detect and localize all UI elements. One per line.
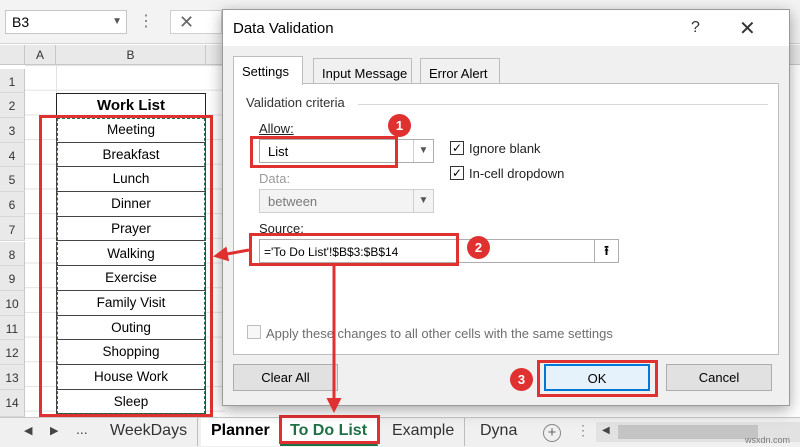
step-3-badge: 3 <box>510 368 533 391</box>
row-header[interactable]: 11 <box>0 315 25 341</box>
ignore-blank-checkbox[interactable]: ✓ <box>450 141 464 155</box>
more-icon: ⋮ <box>138 13 154 30</box>
chevron-down-icon[interactable]: ▼ <box>112 16 122 27</box>
scroll-left-icon[interactable]: ◀ <box>602 425 610 436</box>
row-header[interactable]: 14 <box>0 389 25 417</box>
list-cell[interactable]: Breakfast <box>56 142 206 168</box>
data-dropdown: between ▼ <box>259 189 434 213</box>
name-box-value: B3 <box>12 14 30 30</box>
list-cell[interactable]: Lunch <box>56 167 206 193</box>
tab-input-message[interactable]: Input Message <box>313 58 412 84</box>
list-cell[interactable]: Meeting <box>56 118 206 143</box>
tab-planner[interactable]: Planner <box>201 418 281 446</box>
help-icon[interactable]: ? <box>691 19 700 37</box>
in-cell-dropdown-label: In-cell dropdown <box>469 166 565 181</box>
source-value: ='To Do List'!$B$3:$B$14 <box>264 245 399 259</box>
row-header[interactable]: 13 <box>0 365 25 390</box>
step-2-badge: 2 <box>467 236 490 259</box>
next-sheet-icon[interactable]: ▶ <box>50 424 58 437</box>
tab-error-alert[interactable]: Error Alert <box>420 58 500 84</box>
cancel-entry-button[interactable]: ✕ <box>170 10 222 34</box>
column-header-b[interactable]: B <box>56 45 206 65</box>
row-header[interactable]: 12 <box>0 340 25 365</box>
splitter-icon[interactable]: ⋮ <box>576 422 590 439</box>
plus-icon: + <box>547 424 557 441</box>
group-divider <box>358 104 768 105</box>
close-icon[interactable]: ✕ <box>739 16 756 41</box>
tab-weekdays[interactable]: WeekDays <box>100 418 199 446</box>
chevron-down-icon[interactable]: ▼ <box>413 140 433 162</box>
step-1-badge: 1 <box>388 114 411 137</box>
chevron-down-icon: ▼ <box>413 190 433 212</box>
clear-all-button[interactable]: Clear All <box>233 364 338 391</box>
validation-criteria-label: Validation criteria <box>246 95 345 110</box>
row-header[interactable]: 6 <box>0 192 25 217</box>
add-sheet-button[interactable]: + <box>543 424 561 442</box>
prev-sheet-icon[interactable]: ◀ <box>24 424 32 437</box>
row-header[interactable]: 5 <box>0 167 25 193</box>
ok-button[interactable]: OK <box>544 364 650 391</box>
dialog-title: Data Validation <box>233 20 334 37</box>
in-cell-dropdown-checkbox[interactable]: ✓ <box>450 166 464 180</box>
apply-all-checkbox <box>247 325 261 339</box>
more-sheets-button[interactable]: ... <box>76 421 88 437</box>
tab-example[interactable]: Example <box>382 418 466 446</box>
cancel-button[interactable]: Cancel <box>666 364 772 391</box>
data-label: Data: <box>259 171 291 186</box>
data-value: between <box>268 194 318 209</box>
list-cell[interactable]: Dinner <box>56 192 206 217</box>
list-cell[interactable]: House Work <box>56 365 206 390</box>
dialog-titlebar[interactable]: Data Validation ? ✕ <box>223 10 789 46</box>
list-cell[interactable]: Sleep <box>56 389 206 415</box>
watermark: wsxdn.com <box>745 435 791 445</box>
scroll-thumb[interactable] <box>618 425 758 439</box>
row-header[interactable]: 4 <box>0 142 25 168</box>
row-header[interactable]: 3 <box>0 118 25 143</box>
tab-settings[interactable]: Settings <box>233 56 303 85</box>
list-cell[interactable]: Prayer <box>56 216 206 242</box>
column-header-a[interactable]: A <box>25 45 56 65</box>
sheet-tab-bar: ◀ ▶ ... WeekDays Planner To Do List Exam… <box>0 417 800 447</box>
data-validation-dialog: Data Validation ? ✕ Settings Input Messa… <box>222 9 790 406</box>
allow-label: Allow: <box>259 121 294 136</box>
work-list-header-cell[interactable]: Work List <box>56 93 206 118</box>
list-cell[interactable]: Exercise <box>56 266 206 291</box>
row-header[interactable]: 7 <box>0 216 25 242</box>
allow-value: List <box>268 144 289 159</box>
name-box[interactable]: B3 ▼ <box>5 10 127 34</box>
row-header[interactable]: 10 <box>0 290 25 316</box>
close-icon: ✕ <box>179 12 195 32</box>
settings-panel: Validation criteria Allow: List ▼ ✓ Igno… <box>233 83 779 355</box>
row-header[interactable]: 2 <box>0 93 25 118</box>
list-cell[interactable]: Outing <box>56 315 206 341</box>
row-header[interactable]: 1 <box>0 69 25 93</box>
collapse-dialog-button[interactable]: ⭱ <box>594 239 619 263</box>
row-header[interactable]: 9 <box>0 266 25 291</box>
tab-to-do-list[interactable]: To Do List <box>280 418 379 446</box>
list-cell[interactable]: Shopping <box>56 340 206 365</box>
upload-icon: ⭱ <box>604 243 609 258</box>
list-cell[interactable]: Walking <box>56 241 206 267</box>
source-label: Source: <box>259 221 304 236</box>
ignore-blank-label: Ignore blank <box>469 141 541 156</box>
source-field[interactable]: ='To Do List'!$B$3:$B$14 <box>259 239 598 263</box>
tab-dyna[interactable]: Dyna <box>470 418 527 446</box>
row-header[interactable]: 8 <box>0 241 25 267</box>
apply-all-label: Apply these changes to all other cells w… <box>266 326 613 341</box>
select-all-corner[interactable] <box>0 45 25 65</box>
allow-dropdown[interactable]: List ▼ <box>259 139 434 163</box>
list-cell[interactable]: Family Visit <box>56 290 206 316</box>
